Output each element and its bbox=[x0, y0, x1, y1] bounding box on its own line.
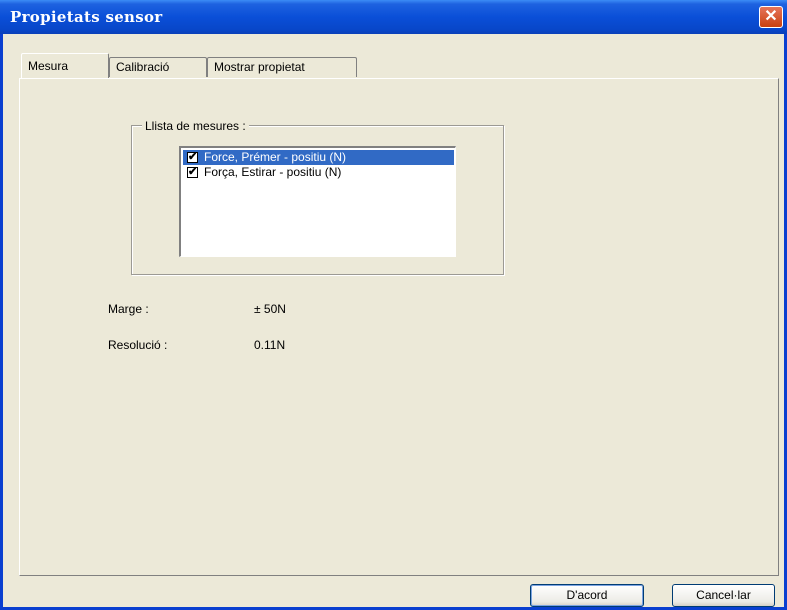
list-item[interactable]: ✔ Força, Estirar - positiu (N) bbox=[183, 165, 454, 180]
resolution-label: Resolució : bbox=[108, 338, 168, 352]
range-label: Marge : bbox=[108, 302, 149, 316]
tab-calibracio[interactable]: Calibració bbox=[109, 57, 207, 77]
ok-button[interactable]: D'acord bbox=[530, 584, 644, 607]
title-bar[interactable]: Propietats sensor ✕ bbox=[0, 0, 787, 34]
close-button[interactable]: ✕ bbox=[759, 6, 783, 28]
tab-label: Mostrar propietat bbox=[214, 60, 305, 74]
measures-group-label: Llista de mesures : bbox=[142, 119, 249, 133]
checkmark-icon: ✔ bbox=[188, 166, 198, 178]
item-checkbox[interactable]: ✔ bbox=[187, 166, 198, 178]
item-checkbox[interactable]: ✔ bbox=[187, 151, 198, 163]
resolution-value: 0.11N bbox=[254, 338, 286, 352]
ok-button-label: D'acord bbox=[566, 588, 608, 602]
measures-listbox[interactable]: ✔ Force, Prémer - positiu (N) ✔ Força, E… bbox=[179, 146, 456, 257]
range-value: ± 50N bbox=[254, 302, 286, 316]
close-icon: ✕ bbox=[764, 8, 778, 25]
cancel-button-label: Cancel·lar bbox=[696, 588, 751, 602]
list-item-label: Força, Estirar - positiu (N) bbox=[204, 165, 342, 179]
tab-mostrar-propietat[interactable]: Mostrar propietat bbox=[207, 57, 357, 77]
tab-label: Mesura bbox=[28, 59, 69, 73]
checkmark-icon: ✔ bbox=[188, 151, 198, 163]
tab-label: Calibració bbox=[116, 60, 170, 74]
window-title: Propietats sensor bbox=[10, 8, 163, 26]
list-item-label: Force, Prémer - positiu (N) bbox=[204, 150, 347, 164]
tab-mesura[interactable]: Mesura bbox=[21, 53, 109, 78]
cancel-button[interactable]: Cancel·lar bbox=[672, 584, 775, 607]
list-item[interactable]: ✔ Force, Prémer - positiu (N) bbox=[183, 150, 454, 165]
